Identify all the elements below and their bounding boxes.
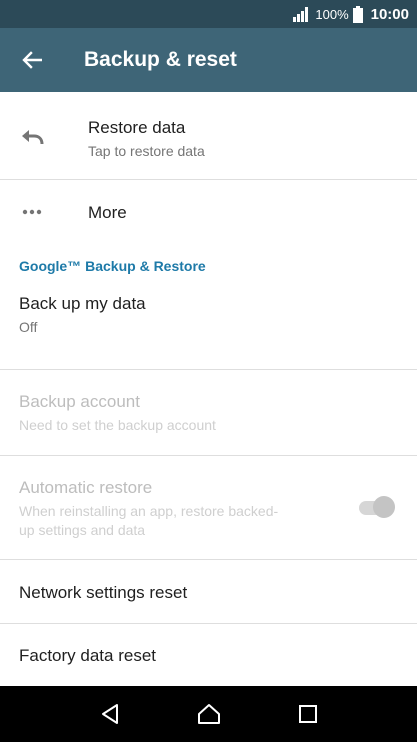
network-settings-reset-title: Network settings reset bbox=[19, 583, 188, 602]
automatic-restore-item: Automatic restore When reinstalling an a… bbox=[0, 456, 417, 560]
automatic-restore-subtitle-line1: When reinstalling an app, restore backed… bbox=[19, 503, 279, 519]
page-title: Backup & reset bbox=[84, 48, 237, 71]
back-up-my-data-title: Back up my data bbox=[19, 294, 146, 313]
battery-percent: 100% bbox=[315, 6, 349, 22]
navigation-bar bbox=[0, 686, 417, 742]
back-up-my-data-item[interactable]: Back up my data Off bbox=[0, 278, 417, 370]
backup-account-subtitle: Need to set the backup account bbox=[19, 417, 216, 433]
backup-account-title: Backup account bbox=[19, 392, 140, 411]
more-icon bbox=[18, 198, 46, 226]
restore-data-title: Restore data bbox=[88, 118, 186, 137]
signal-icon bbox=[293, 7, 309, 22]
battery-icon bbox=[352, 5, 363, 23]
automatic-restore-title: Automatic restore bbox=[19, 478, 153, 497]
undo-icon bbox=[18, 123, 46, 151]
settings-list: Restore data Tap to restore data More Go… bbox=[0, 92, 417, 686]
home-icon bbox=[197, 704, 220, 724]
toggle-thumb bbox=[373, 496, 395, 518]
nav-back-button[interactable] bbox=[96, 700, 124, 728]
automatic-restore-subtitle-line2: up settings and data bbox=[19, 522, 146, 538]
nav-recents-button[interactable] bbox=[294, 700, 322, 728]
restore-data-subtitle: Tap to restore data bbox=[88, 143, 205, 159]
factory-data-reset-title: Factory data reset bbox=[19, 646, 157, 665]
app-bar: Backup & reset bbox=[0, 28, 417, 92]
back-arrow-icon bbox=[22, 51, 42, 69]
triangle-back-icon bbox=[101, 704, 118, 724]
network-settings-reset-item[interactable]: Network settings reset bbox=[0, 560, 417, 624]
section-header-google-backup: Google™ Backup & Restore bbox=[19, 258, 206, 274]
nav-home-button[interactable] bbox=[195, 700, 223, 728]
back-button[interactable] bbox=[0, 28, 64, 92]
back-up-my-data-subtitle: Off bbox=[19, 319, 38, 335]
more-title: More bbox=[88, 203, 127, 222]
more-item[interactable]: More bbox=[0, 180, 417, 246]
backup-account-item: Backup account Need to set the backup ac… bbox=[0, 370, 417, 456]
square-recents-icon bbox=[298, 705, 317, 723]
status-bar: 100% 10:00 bbox=[0, 0, 417, 28]
automatic-restore-toggle bbox=[357, 495, 395, 519]
restore-data-item[interactable]: Restore data Tap to restore data bbox=[0, 92, 417, 180]
factory-data-reset-item[interactable]: Factory data reset bbox=[0, 624, 417, 686]
clock: 10:00 bbox=[370, 5, 409, 23]
